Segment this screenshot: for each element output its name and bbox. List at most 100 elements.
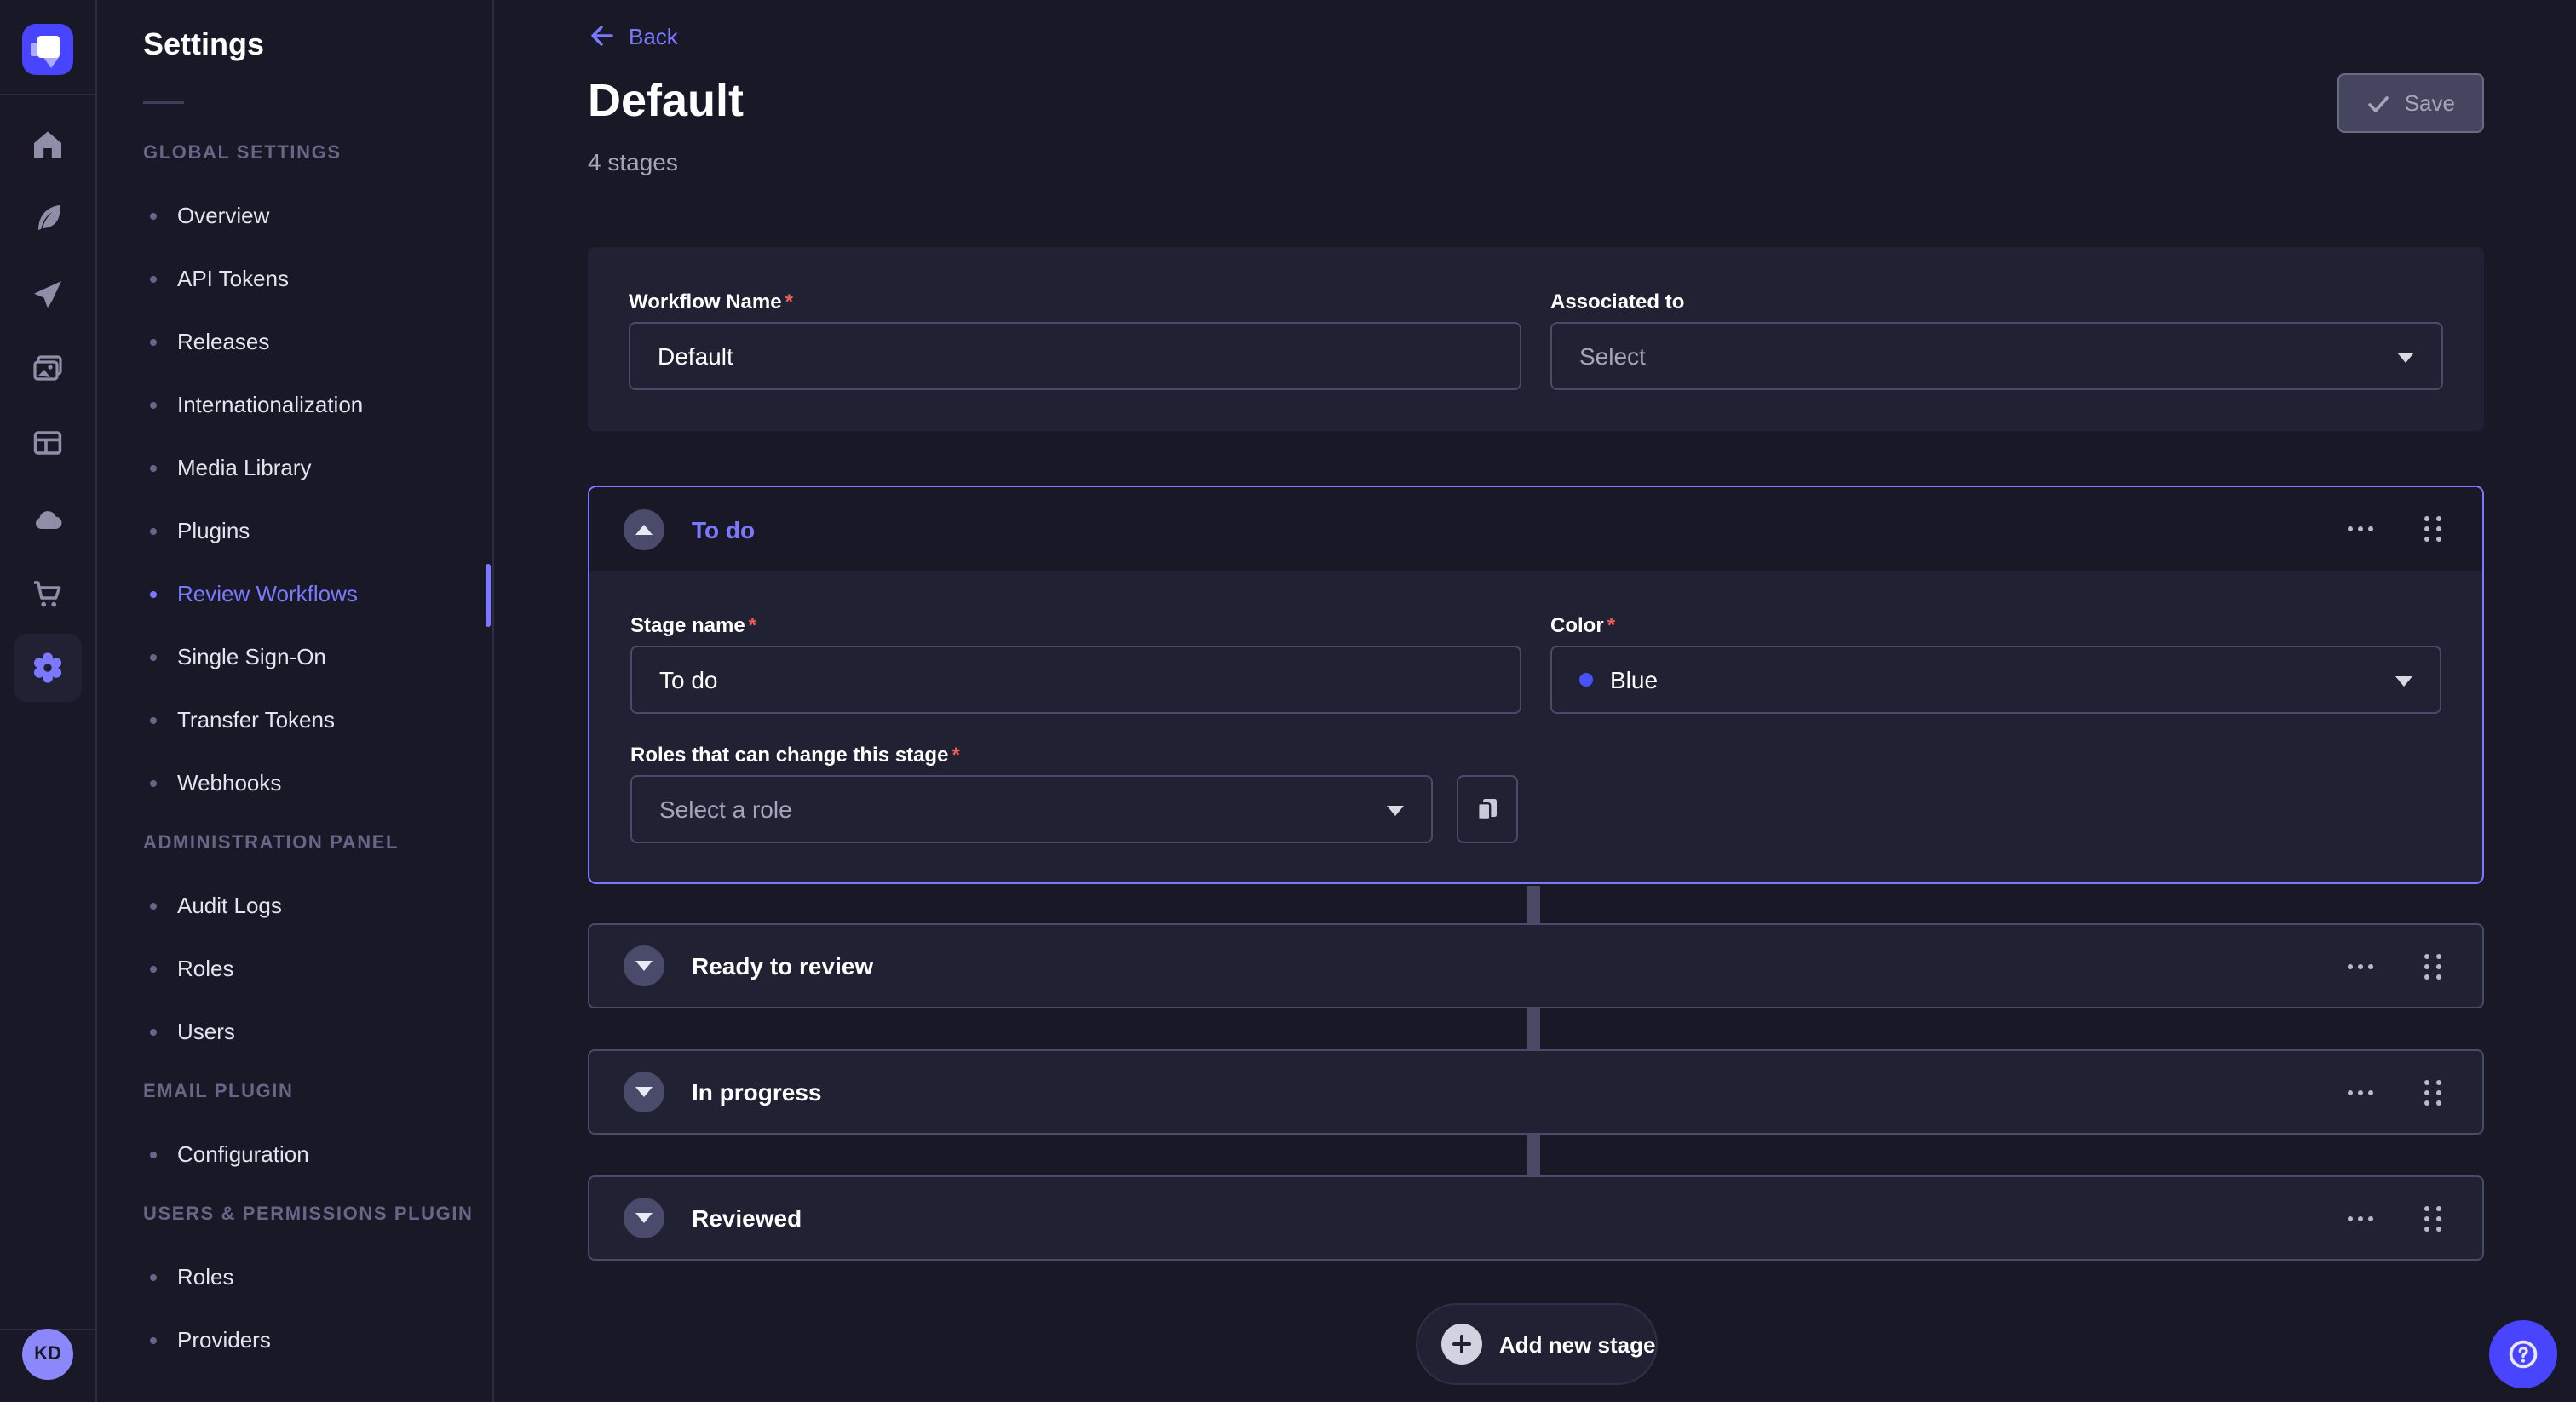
user-avatar[interactable]: KD <box>22 1329 73 1380</box>
stage-menu-button[interactable] <box>2341 1083 2380 1101</box>
stage-name-label: Stage name* <box>630 613 1521 637</box>
stage-count: 4 stages <box>588 148 678 175</box>
stage-menu-button[interactable] <box>2341 520 2380 538</box>
sidebar-item-review-workflows[interactable]: Review Workflows <box>97 562 492 625</box>
expand-stage-button[interactable] <box>624 1072 664 1112</box>
chevron-down-icon <box>2395 676 2412 687</box>
sidebar-item-releases[interactable]: Releases <box>97 310 492 373</box>
sidebar-item-media-library[interactable]: Media Library <box>97 436 492 499</box>
workflow-name-input[interactable] <box>629 322 1521 390</box>
sidebar-item-providers[interactable]: Providers <box>97 1308 492 1371</box>
sidebar-item-webhooks[interactable]: Webhooks <box>97 751 492 814</box>
sidebar-item-plugins[interactable]: Plugins <box>97 499 492 562</box>
cloud-icon[interactable] <box>31 503 65 537</box>
content-manager-icon[interactable] <box>31 201 65 235</box>
bullet-icon <box>150 902 157 909</box>
stage-connector <box>1527 886 1540 925</box>
sidebar-item-configuration[interactable]: Configuration <box>97 1123 492 1186</box>
subnav-section-items: Configuration <box>97 1123 492 1186</box>
drag-handle-icon[interactable] <box>2418 1072 2448 1112</box>
drag-handle-icon[interactable] <box>2418 1198 2448 1238</box>
stage-color-field: Color* Blue <box>1550 613 2441 714</box>
sidebar-item-label: Audit Logs <box>177 893 282 918</box>
sidebar-item-roles[interactable]: Roles <box>97 1245 492 1308</box>
sidebar-item-label: Webhooks <box>177 770 281 796</box>
stage-roles-select[interactable]: Select a role <box>630 775 1433 843</box>
marketplace-icon[interactable] <box>31 577 65 612</box>
drag-handle-icon[interactable] <box>2418 509 2448 549</box>
strapi-logo[interactable] <box>22 24 73 75</box>
home-icon[interactable] <box>31 128 65 162</box>
sidebar-item-api-tokens[interactable]: API Tokens <box>97 247 492 310</box>
strapi-logo-shape <box>43 56 60 68</box>
stage-roles-placeholder: Select a role <box>659 796 792 823</box>
sidebar-item-label: Configuration <box>177 1141 309 1167</box>
sidebar-item-label: Review Workflows <box>177 581 358 606</box>
stage-title: In progress <box>692 1078 822 1106</box>
sidebar-item-label: Releases <box>177 329 269 354</box>
bullet-icon <box>150 1336 157 1343</box>
content-column: Back Default 4 stages Save Workflow Name… <box>588 0 2484 1402</box>
sidebar-item-label: Roles <box>177 1264 234 1290</box>
stage-color-select[interactable]: Blue <box>1550 646 2441 714</box>
expand-stage-button[interactable] <box>624 945 664 986</box>
sidebar-item-users[interactable]: Users <box>97 1000 492 1063</box>
required-marker: * <box>952 743 959 767</box>
duplicate-icon <box>1474 796 1501 823</box>
stage-card-to-do: To do Stage name* <box>588 486 2484 884</box>
chevron-down-icon <box>1387 806 1404 816</box>
sidebar-item-overview[interactable]: Overview <box>97 184 492 247</box>
expand-stage-button[interactable] <box>624 1198 664 1238</box>
collapse-stage-button[interactable] <box>624 509 664 549</box>
associated-to-placeholder: Select <box>1579 342 1646 370</box>
media-library-icon[interactable] <box>31 353 65 387</box>
workflow-meta-panel: Workflow Name* Associated to Select <box>588 247 2484 431</box>
stage-name-input[interactable] <box>630 646 1521 714</box>
bullet-icon <box>150 716 157 723</box>
subnav-section: USERS & PERMISSIONS PLUGIN Roles Provide… <box>97 1204 492 1371</box>
required-marker: * <box>749 613 756 637</box>
save-button[interactable]: Save <box>2338 73 2484 133</box>
sidebar-item-transfer-tokens[interactable]: Transfer Tokens <box>97 688 492 751</box>
stage-row-ready-to-review[interactable]: Ready to review <box>588 923 2484 1008</box>
bullet-icon <box>150 275 157 282</box>
apply-to-all-stages-button[interactable] <box>1457 775 1518 843</box>
add-new-stage-button[interactable]: Add new stage <box>1416 1303 1658 1385</box>
bullet-icon <box>150 527 157 534</box>
associated-to-select[interactable]: Select <box>1550 322 2443 390</box>
stage-menu-button[interactable] <box>2341 1209 2380 1227</box>
chevron-up-icon <box>635 524 653 534</box>
bullet-icon <box>150 1151 157 1158</box>
help-button[interactable] <box>2489 1320 2557 1388</box>
sidebar-item-label: Internationalization <box>177 392 363 417</box>
bullet-icon <box>150 1273 157 1280</box>
sidebar-item-single-sign-on[interactable]: Single Sign-On <box>97 625 492 688</box>
settings-icon[interactable] <box>14 634 82 702</box>
deploy-icon[interactable] <box>31 278 65 312</box>
save-label: Save <box>2405 90 2455 116</box>
content-type-builder-icon[interactable] <box>31 426 65 460</box>
chevron-down-icon <box>635 1213 653 1223</box>
stage-row-reviewed[interactable]: Reviewed <box>588 1175 2484 1261</box>
sidebar-item-audit-logs[interactable]: Audit Logs <box>97 874 492 937</box>
workflow-name-field: Workflow Name* <box>629 290 1521 390</box>
chevron-down-icon <box>2397 353 2414 363</box>
rail-divider <box>0 94 95 95</box>
review-workflow-editor-page: KD Settings GLOBAL SETTINGS Overview API… <box>0 0 2576 1402</box>
sidebar-item-internationalization[interactable]: Internationalization <box>97 373 492 436</box>
drag-handle-icon[interactable] <box>2418 946 2448 985</box>
back-link[interactable]: Back <box>588 22 678 49</box>
icon-rail: KD <box>0 0 97 1402</box>
subnav-title-rule <box>143 101 184 104</box>
stage-row-in-progress[interactable]: In progress <box>588 1049 2484 1135</box>
stage-color-value: Blue <box>1610 666 1658 693</box>
subnav-scroll-indicator[interactable] <box>486 564 491 627</box>
color-dot-blue <box>1579 673 1593 687</box>
subnav-title: Settings <box>143 27 264 63</box>
subnav-section-label: EMAIL PLUGIN <box>97 1082 492 1102</box>
collapsed-stages: Ready to review In progress <box>588 923 2484 1301</box>
plus-icon <box>1441 1324 1482 1365</box>
stage-header[interactable]: To do <box>589 487 2482 571</box>
sidebar-item-roles[interactable]: Roles <box>97 937 492 1000</box>
stage-menu-button[interactable] <box>2341 957 2380 975</box>
